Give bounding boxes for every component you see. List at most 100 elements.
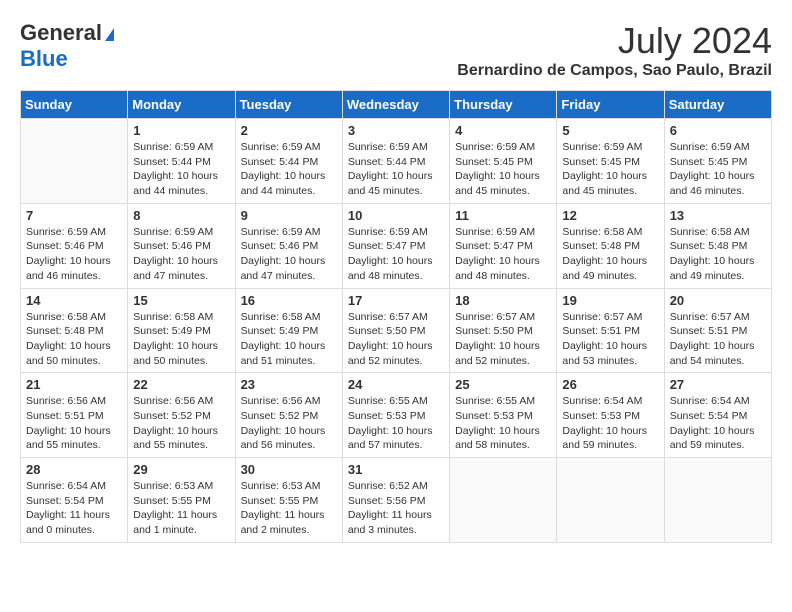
day-number: 30 bbox=[241, 462, 337, 477]
calendar-cell: 20 Sunrise: 6:57 AM Sunset: 5:51 PM Dayli… bbox=[664, 288, 771, 373]
calendar-cell: 26 Sunrise: 6:54 AM Sunset: 5:53 PM Dayli… bbox=[557, 373, 664, 458]
day-number: 14 bbox=[26, 293, 122, 308]
day-number: 2 bbox=[241, 123, 337, 138]
calendar-cell: 29 Sunrise: 6:53 AM Sunset: 5:55 PM Dayli… bbox=[128, 458, 235, 543]
day-info: Sunrise: 6:57 AM Sunset: 5:51 PM Dayligh… bbox=[670, 310, 766, 369]
col-header-sunday: Sunday bbox=[21, 91, 128, 119]
week-row-4: 21 Sunrise: 6:56 AM Sunset: 5:51 PM Dayli… bbox=[21, 373, 772, 458]
calendar-cell: 16 Sunrise: 6:58 AM Sunset: 5:49 PM Dayli… bbox=[235, 288, 342, 373]
day-number: 18 bbox=[455, 293, 551, 308]
calendar-cell: 28Sunrise: 6:54 AM Sunset: 5:54 PM Dayli… bbox=[21, 458, 128, 543]
day-info: Sunrise: 6:56 AM Sunset: 5:52 PM Dayligh… bbox=[241, 394, 337, 453]
day-number: 28 bbox=[26, 462, 122, 477]
calendar-cell: 22 Sunrise: 6:56 AM Sunset: 5:52 PM Dayli… bbox=[128, 373, 235, 458]
day-info: Sunrise: 6:52 AM Sunset: 5:56 PM Dayligh… bbox=[348, 479, 444, 538]
day-number: 27 bbox=[670, 377, 766, 392]
day-number: 25 bbox=[455, 377, 551, 392]
month-title: July 2024 bbox=[457, 20, 772, 62]
logo-general-text: General bbox=[20, 20, 114, 46]
day-number: 29 bbox=[133, 462, 229, 477]
day-info: Sunrise: 6:58 AM Sunset: 5:48 PM Dayligh… bbox=[26, 310, 122, 369]
calendar-cell: 8 Sunrise: 6:59 AM Sunset: 5:46 PM Daylig… bbox=[128, 203, 235, 288]
calendar-cell: 15Sunrise: 6:58 AM Sunset: 5:49 PM Dayli… bbox=[128, 288, 235, 373]
day-info: Sunrise: 6:59 AM Sunset: 5:44 PM Dayligh… bbox=[348, 140, 444, 199]
day-number: 1 bbox=[133, 123, 229, 138]
col-header-tuesday: Tuesday bbox=[235, 91, 342, 119]
day-info: Sunrise: 6:59 AM Sunset: 5:47 PM Dayligh… bbox=[348, 225, 444, 284]
day-info: Sunrise: 6:56 AM Sunset: 5:51 PM Dayligh… bbox=[26, 394, 122, 453]
calendar-cell: 14 Sunrise: 6:58 AM Sunset: 5:48 PM Dayli… bbox=[21, 288, 128, 373]
day-number: 7 bbox=[26, 208, 122, 223]
calendar-cell bbox=[21, 119, 128, 204]
day-info: Sunrise: 6:59 AM Sunset: 5:46 PM Dayligh… bbox=[26, 225, 122, 284]
day-info: Sunrise: 6:58 AM Sunset: 5:49 PM Dayligh… bbox=[133, 310, 229, 369]
calendar-cell: 18 Sunrise: 6:57 AM Sunset: 5:50 PM Dayli… bbox=[450, 288, 557, 373]
day-number: 12 bbox=[562, 208, 658, 223]
calendar-cell: 5Sunrise: 6:59 AM Sunset: 5:45 PM Daylig… bbox=[557, 119, 664, 204]
calendar-cell bbox=[664, 458, 771, 543]
calendar-cell: 1 Sunrise: 6:59 AM Sunset: 5:44 PM Daylig… bbox=[128, 119, 235, 204]
col-header-friday: Friday bbox=[557, 91, 664, 119]
page-header: General Blue July 2024 Bernardino de Cam… bbox=[20, 20, 772, 80]
week-row-2: 7 Sunrise: 6:59 AM Sunset: 5:46 PM Daylig… bbox=[21, 203, 772, 288]
calendar-cell bbox=[450, 458, 557, 543]
day-number: 6 bbox=[670, 123, 766, 138]
day-info: Sunrise: 6:54 AM Sunset: 5:54 PM Dayligh… bbox=[670, 394, 766, 453]
week-row-1: 1 Sunrise: 6:59 AM Sunset: 5:44 PM Daylig… bbox=[21, 119, 772, 204]
calendar-cell: 24Sunrise: 6:55 AM Sunset: 5:53 PM Dayli… bbox=[342, 373, 449, 458]
day-number: 26 bbox=[562, 377, 658, 392]
title-section: July 2024 Bernardino de Campos, Sao Paul… bbox=[457, 20, 772, 80]
calendar-cell: 17 Sunrise: 6:57 AM Sunset: 5:50 PM Dayli… bbox=[342, 288, 449, 373]
day-info: Sunrise: 6:56 AM Sunset: 5:52 PM Dayligh… bbox=[133, 394, 229, 453]
day-info: Sunrise: 6:55 AM Sunset: 5:53 PM Dayligh… bbox=[455, 394, 551, 453]
calendar-cell: 21 Sunrise: 6:56 AM Sunset: 5:51 PM Dayli… bbox=[21, 373, 128, 458]
calendar-cell: 6 Sunrise: 6:59 AM Sunset: 5:45 PM Daylig… bbox=[664, 119, 771, 204]
day-number: 13 bbox=[670, 208, 766, 223]
calendar-cell: 27 Sunrise: 6:54 AM Sunset: 5:54 PM Dayli… bbox=[664, 373, 771, 458]
calendar-cell: 7 Sunrise: 6:59 AM Sunset: 5:46 PM Daylig… bbox=[21, 203, 128, 288]
day-number: 19 bbox=[562, 293, 658, 308]
day-number: 17 bbox=[348, 293, 444, 308]
logo-blue-text: Blue bbox=[20, 46, 68, 72]
day-info: Sunrise: 6:57 AM Sunset: 5:51 PM Dayligh… bbox=[562, 310, 658, 369]
day-info: Sunrise: 6:59 AM Sunset: 5:47 PM Dayligh… bbox=[455, 225, 551, 284]
day-number: 5 bbox=[562, 123, 658, 138]
calendar-cell: 11 Sunrise: 6:59 AM Sunset: 5:47 PM Dayli… bbox=[450, 203, 557, 288]
day-info: Sunrise: 6:59 AM Sunset: 5:46 PM Dayligh… bbox=[133, 225, 229, 284]
day-info: Sunrise: 6:53 AM Sunset: 5:55 PM Dayligh… bbox=[133, 479, 229, 538]
calendar-cell bbox=[557, 458, 664, 543]
day-number: 10 bbox=[348, 208, 444, 223]
calendar-cell: 4Sunrise: 6:59 AM Sunset: 5:45 PM Daylig… bbox=[450, 119, 557, 204]
calendar-cell: 31Sunrise: 6:52 AM Sunset: 5:56 PM Dayli… bbox=[342, 458, 449, 543]
day-number: 11 bbox=[455, 208, 551, 223]
day-info: Sunrise: 6:59 AM Sunset: 5:45 PM Dayligh… bbox=[670, 140, 766, 199]
day-info: Sunrise: 6:59 AM Sunset: 5:44 PM Dayligh… bbox=[241, 140, 337, 199]
calendar-cell: 10 Sunrise: 6:59 AM Sunset: 5:47 PM Dayli… bbox=[342, 203, 449, 288]
calendar-cell: 30Sunrise: 6:53 AM Sunset: 5:55 PM Dayli… bbox=[235, 458, 342, 543]
calendar-header-row: SundayMondayTuesdayWednesdayThursdayFrid… bbox=[21, 91, 772, 119]
day-number: 22 bbox=[133, 377, 229, 392]
col-header-monday: Monday bbox=[128, 91, 235, 119]
calendar-cell: 2 Sunrise: 6:59 AM Sunset: 5:44 PM Daylig… bbox=[235, 119, 342, 204]
col-header-saturday: Saturday bbox=[664, 91, 771, 119]
day-info: Sunrise: 6:58 AM Sunset: 5:49 PM Dayligh… bbox=[241, 310, 337, 369]
day-info: Sunrise: 6:58 AM Sunset: 5:48 PM Dayligh… bbox=[670, 225, 766, 284]
day-info: Sunrise: 6:55 AM Sunset: 5:53 PM Dayligh… bbox=[348, 394, 444, 453]
day-number: 8 bbox=[133, 208, 229, 223]
day-number: 16 bbox=[241, 293, 337, 308]
day-info: Sunrise: 6:54 AM Sunset: 5:53 PM Dayligh… bbox=[562, 394, 658, 453]
calendar-cell: 19 Sunrise: 6:57 AM Sunset: 5:51 PM Dayli… bbox=[557, 288, 664, 373]
calendar-cell: 23 Sunrise: 6:56 AM Sunset: 5:52 PM Dayli… bbox=[235, 373, 342, 458]
day-info: Sunrise: 6:57 AM Sunset: 5:50 PM Dayligh… bbox=[455, 310, 551, 369]
day-info: Sunrise: 6:59 AM Sunset: 5:44 PM Dayligh… bbox=[133, 140, 229, 199]
day-number: 21 bbox=[26, 377, 122, 392]
day-number: 23 bbox=[241, 377, 337, 392]
day-info: Sunrise: 6:58 AM Sunset: 5:48 PM Dayligh… bbox=[562, 225, 658, 284]
day-number: 20 bbox=[670, 293, 766, 308]
calendar-cell: 3Sunrise: 6:59 AM Sunset: 5:44 PM Daylig… bbox=[342, 119, 449, 204]
day-info: Sunrise: 6:59 AM Sunset: 5:46 PM Dayligh… bbox=[241, 225, 337, 284]
col-header-wednesday: Wednesday bbox=[342, 91, 449, 119]
week-row-5: 28Sunrise: 6:54 AM Sunset: 5:54 PM Dayli… bbox=[21, 458, 772, 543]
day-number: 4 bbox=[455, 123, 551, 138]
day-info: Sunrise: 6:57 AM Sunset: 5:50 PM Dayligh… bbox=[348, 310, 444, 369]
